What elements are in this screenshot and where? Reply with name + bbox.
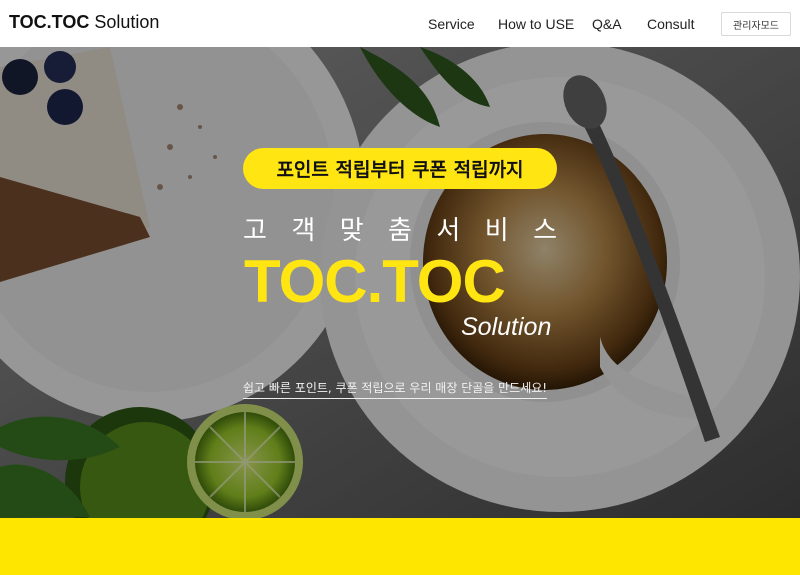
hero-tagline: 쉽고 빠른 포인트, 쿠폰 적립으로 우리 매장 단골을 만드세요! (243, 379, 548, 399)
heading-char: 객 (291, 216, 316, 246)
top-navigation-bar: TOC.TOC Solution Service How to USE Q&A … (0, 0, 800, 47)
brand-name-bold: TOC.TOC (9, 12, 90, 32)
brand-name-light: Solution (94, 12, 160, 32)
admin-mode-button[interactable]: 관리자모드 (721, 12, 791, 36)
heading-char: 스 (533, 216, 557, 246)
nav-service[interactable]: Service (428, 0, 475, 47)
heading-char: 비 (484, 216, 509, 246)
yellow-section-band (0, 518, 800, 575)
hero-subtitle: Solution (461, 313, 552, 341)
heading-char: 서 (436, 216, 461, 246)
hero-badge: 포인트 적립부터 쿠폰 적립까지 (243, 148, 557, 189)
hero-title: TOC.TOC (244, 248, 506, 315)
hero-section: 포인트 적립부터 쿠폰 적립까지 고 객 맞 춤 서 비 스 TOC.TOC S… (0, 47, 800, 518)
nav-consult[interactable]: Consult (647, 0, 694, 47)
heading-char: 고 (243, 216, 267, 246)
hero-spaced-heading: 고 객 맞 춤 서 비 스 (243, 210, 557, 247)
nav-qa[interactable]: Q&A (592, 0, 622, 47)
brand-logo[interactable]: TOC.TOC Solution (9, 12, 159, 33)
heading-char: 맞 (339, 216, 364, 246)
heading-char: 춤 (388, 216, 412, 246)
nav-how-to-use[interactable]: How to USE (498, 0, 574, 47)
